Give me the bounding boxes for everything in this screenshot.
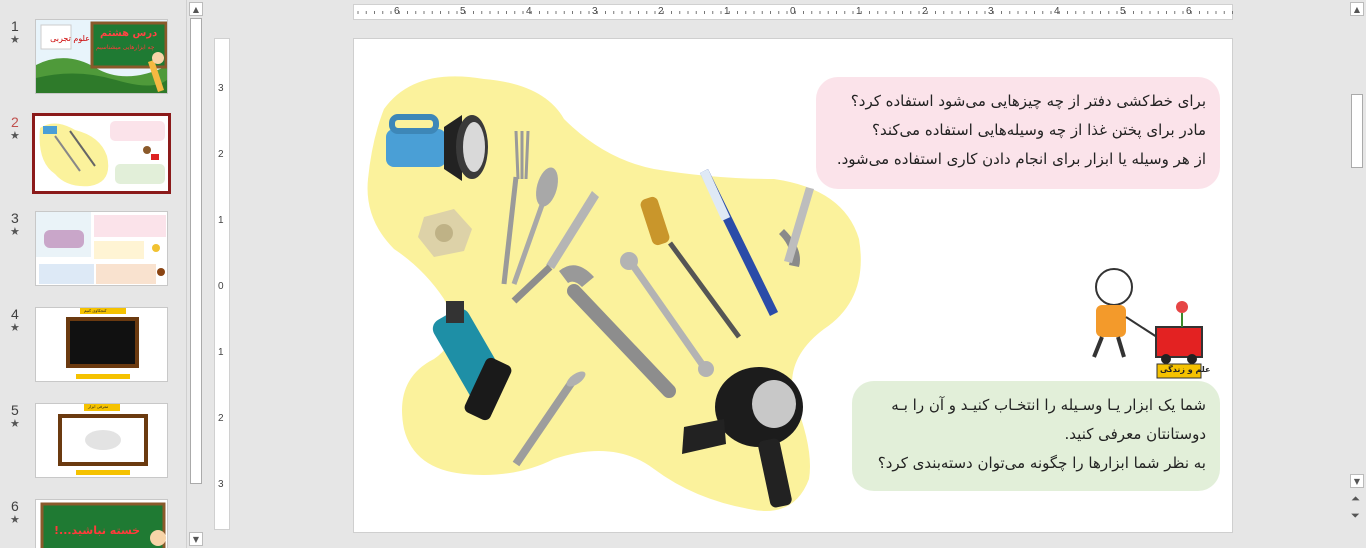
activity-line: به نظر شما ابزارها را چگونه می‌توان دسته… bbox=[877, 454, 1206, 472]
slide-number: 1 bbox=[11, 18, 19, 34]
question-bubble[interactable]: برای خط‌کشی دفتر از چه چیزهایی می‌شود اس… bbox=[816, 77, 1220, 189]
scroll-thumb[interactable] bbox=[1351, 94, 1363, 168]
slide-number: 5 bbox=[11, 402, 19, 418]
slide-number: 2 bbox=[11, 114, 19, 130]
activity-line: دوستانتان معرفی کنید. bbox=[1064, 425, 1206, 443]
animation-star-icon: ★ bbox=[10, 417, 20, 430]
slide-3-preview[interactable] bbox=[35, 211, 168, 286]
ruler-label: 1 bbox=[856, 6, 862, 17]
ruler-label: 4 bbox=[1054, 6, 1060, 17]
slide-1-preview[interactable]: علوم تجربی درس هشتم چه ابزارهایی میشناسی… bbox=[35, 19, 168, 94]
ruler-label: 1 bbox=[724, 6, 730, 17]
ruler-label: 1 bbox=[218, 347, 224, 358]
scroll-down-icon[interactable]: ▼ bbox=[1350, 474, 1364, 488]
powerpoint-window: 1 ★ علوم تجربی درس هشتم چه ابزارهایی میش… bbox=[0, 0, 1366, 548]
ruler-label: 5 bbox=[460, 6, 466, 17]
ruler-label: 6 bbox=[1186, 6, 1192, 17]
activity-line: شما یک ابزار یـا وسـیله را انتخـاب کنیـد… bbox=[891, 396, 1206, 414]
slide-3-art bbox=[36, 212, 166, 284]
slide-4-preview[interactable]: کنجکاوی کنیم bbox=[35, 307, 168, 382]
question-line: از هر وسیله یا ابزار برای انجام دادن کار… bbox=[836, 150, 1206, 168]
ruler-label: 2 bbox=[218, 149, 224, 160]
slide-number: 3 bbox=[11, 210, 19, 226]
slide-thumbnail-pane: 1 ★ علوم تجربی درس هشتم چه ابزارهایی میش… bbox=[0, 0, 186, 548]
slide-number: 6 bbox=[11, 498, 19, 514]
thumb-title: خسته نباشید...! bbox=[54, 524, 141, 537]
slide-6-preview[interactable]: خسته نباشید...! bbox=[35, 499, 168, 548]
ruler-label: 3 bbox=[988, 6, 994, 17]
scroll-down-icon[interactable]: ▼ bbox=[189, 532, 203, 546]
ruler-label: 6 bbox=[394, 6, 400, 17]
animation-star-icon: ★ bbox=[10, 321, 20, 334]
activity-bubble[interactable]: شما یک ابزار یـا وسـیله را انتخـاب کنیـد… bbox=[852, 381, 1220, 491]
question-line: برای خط‌کشی دفتر از چه چیزهایی می‌شود اس… bbox=[850, 92, 1206, 110]
slide-2-preview[interactable] bbox=[32, 113, 171, 194]
animation-star-icon: ★ bbox=[10, 33, 20, 46]
slide-4-art bbox=[66, 308, 139, 379]
thumb-title: درس هشتم bbox=[100, 28, 158, 39]
animation-star-icon: ★ bbox=[10, 225, 20, 238]
thumb-banner: معرفی ابزار bbox=[88, 404, 109, 409]
ruler-label: 1 bbox=[218, 215, 224, 226]
slide-canvas[interactable]: علم و زندگی برای خط‌کشی دفتر از چه چیزها… bbox=[353, 38, 1233, 533]
ruler-label: 2 bbox=[218, 413, 224, 424]
slide-5-art bbox=[58, 404, 148, 475]
scroll-up-icon[interactable]: ▲ bbox=[1350, 2, 1364, 16]
horizontal-ruler: 6 5 4 3 2 1 0 1 2 3 4 5 6 bbox=[353, 4, 1233, 20]
slide-number: 4 bbox=[11, 306, 19, 322]
ruler-label: 3 bbox=[592, 6, 598, 17]
editor-scrollbar[interactable]: ▲ ▼ ⏶ ⏷ bbox=[1348, 0, 1366, 548]
scroll-up-icon[interactable]: ▲ bbox=[189, 2, 203, 16]
ruler-label: 2 bbox=[922, 6, 928, 17]
ruler-label: 4 bbox=[526, 6, 532, 17]
vertical-ruler: 3 2 1 0 1 2 3 bbox=[214, 38, 230, 530]
ruler-label: 3 bbox=[218, 83, 224, 94]
thumb-banner: کنجکاوی کنیم bbox=[84, 308, 107, 313]
child-with-cart-icon bbox=[1092, 268, 1203, 379]
animation-star-icon: ★ bbox=[10, 129, 20, 142]
ruler-label: 0 bbox=[790, 6, 796, 17]
animation-star-icon: ★ bbox=[10, 513, 20, 526]
next-slide-icon[interactable]: ⏷ bbox=[1351, 509, 1360, 523]
ruler-label: 2 bbox=[658, 6, 664, 17]
previous-slide-icon[interactable]: ⏶ bbox=[1351, 492, 1360, 506]
scroll-thumb[interactable] bbox=[190, 18, 202, 484]
logo-text: علم و زندگی bbox=[1160, 365, 1211, 374]
question-line: مادر برای پختن غذا از چه وسیله‌هایی استف… bbox=[872, 121, 1206, 139]
ruler-label: 5 bbox=[1120, 6, 1126, 17]
ruler-label: 3 bbox=[218, 479, 224, 490]
svg-text:علوم تجربی: علوم تجربی bbox=[50, 34, 90, 43]
slide-2-art bbox=[39, 121, 165, 187]
thumb-subtitle: چه ابزارهایی میشناسیم bbox=[96, 44, 155, 51]
slide-5-preview[interactable]: معرفی ابزار bbox=[35, 403, 168, 478]
ruler-label: 0 bbox=[218, 281, 224, 292]
thumbnail-scrollbar[interactable]: ▲ ▼ bbox=[186, 0, 204, 548]
